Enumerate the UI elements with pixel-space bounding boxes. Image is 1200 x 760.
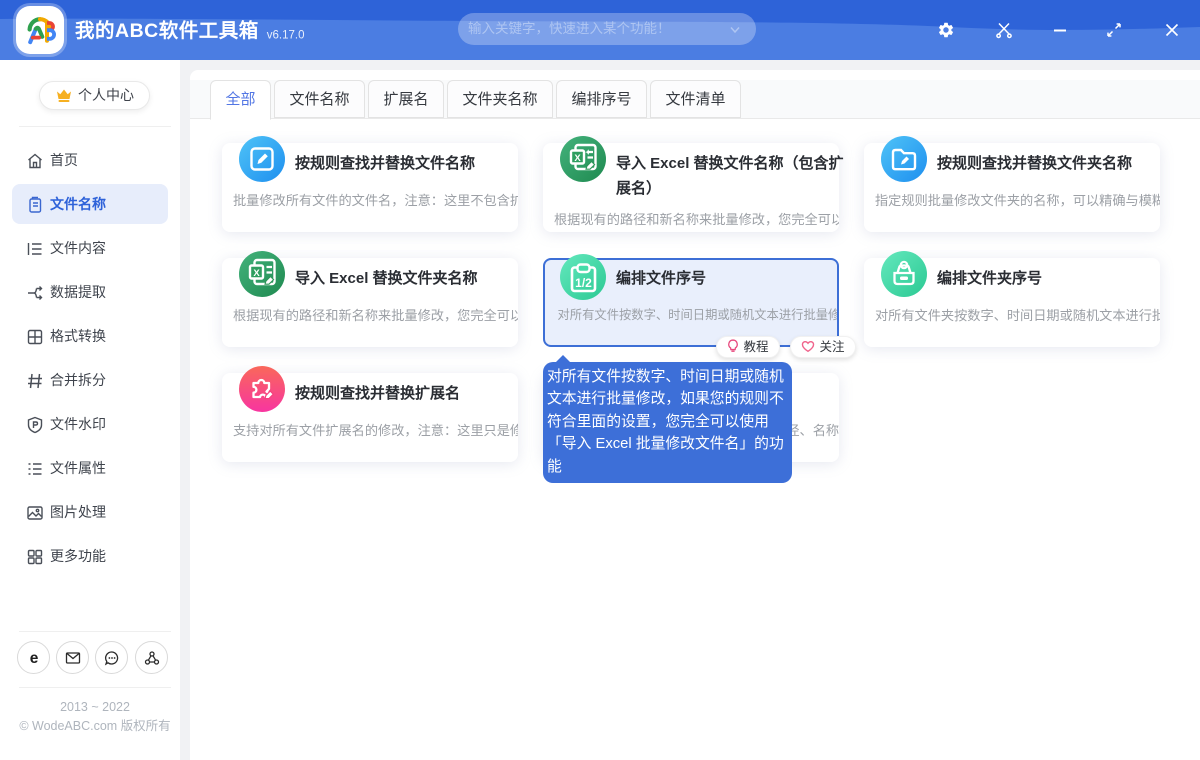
svg-text:X: X	[253, 268, 260, 279]
svg-text:e: e	[30, 650, 39, 666]
svg-text:1/2: 1/2	[575, 276, 592, 290]
svg-text:X: X	[574, 153, 581, 164]
